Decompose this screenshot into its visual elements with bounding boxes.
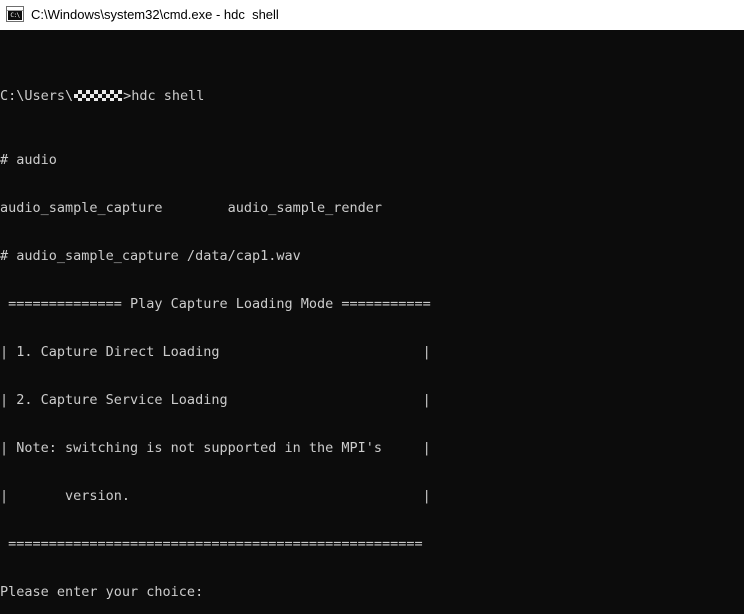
console-line: # audio: [0, 152, 57, 168]
cmd-console-icon: C:\: [6, 6, 24, 24]
console-line: # audio_sample_capture /data/cap1.wav: [0, 248, 301, 264]
console-output-area[interactable]: C:\Users\ >hdc shell # audio audio_sample…: [0, 30, 744, 614]
window-title: C:\Windows\system32\cmd.exe - hdc shell: [31, 7, 279, 22]
console-prompt-line: C:\Users\ >hdc shell: [0, 88, 744, 104]
console-line: | 1. Capture Direct Loading |: [0, 344, 431, 360]
cmd-icon-glyph: C:\: [8, 11, 22, 20]
prompt-suffix: >hdc shell: [123, 88, 205, 104]
cmd-window: C:\ C:\Windows\system32\cmd.exe - hdc sh…: [0, 0, 744, 614]
console-line: | Note: switching is not supported in th…: [0, 440, 431, 456]
console-line: audio_sample_capture audio_sample_render: [0, 200, 383, 216]
console-lines: C:\Users\ >hdc shell # audio audio_sample…: [0, 40, 744, 614]
console-line: ========================================…: [0, 536, 423, 552]
console-line: | version. |: [0, 488, 431, 504]
prompt-prefix: C:\Users\: [0, 88, 74, 104]
console-line: Please enter your choice:: [0, 584, 204, 600]
window-titlebar[interactable]: C:\ C:\Windows\system32\cmd.exe - hdc sh…: [0, 0, 744, 30]
console-line: | 2. Capture Service Loading |: [0, 392, 431, 408]
redacted-username: [74, 90, 123, 101]
console-line: ============== Play Capture Loading Mode…: [0, 296, 431, 312]
